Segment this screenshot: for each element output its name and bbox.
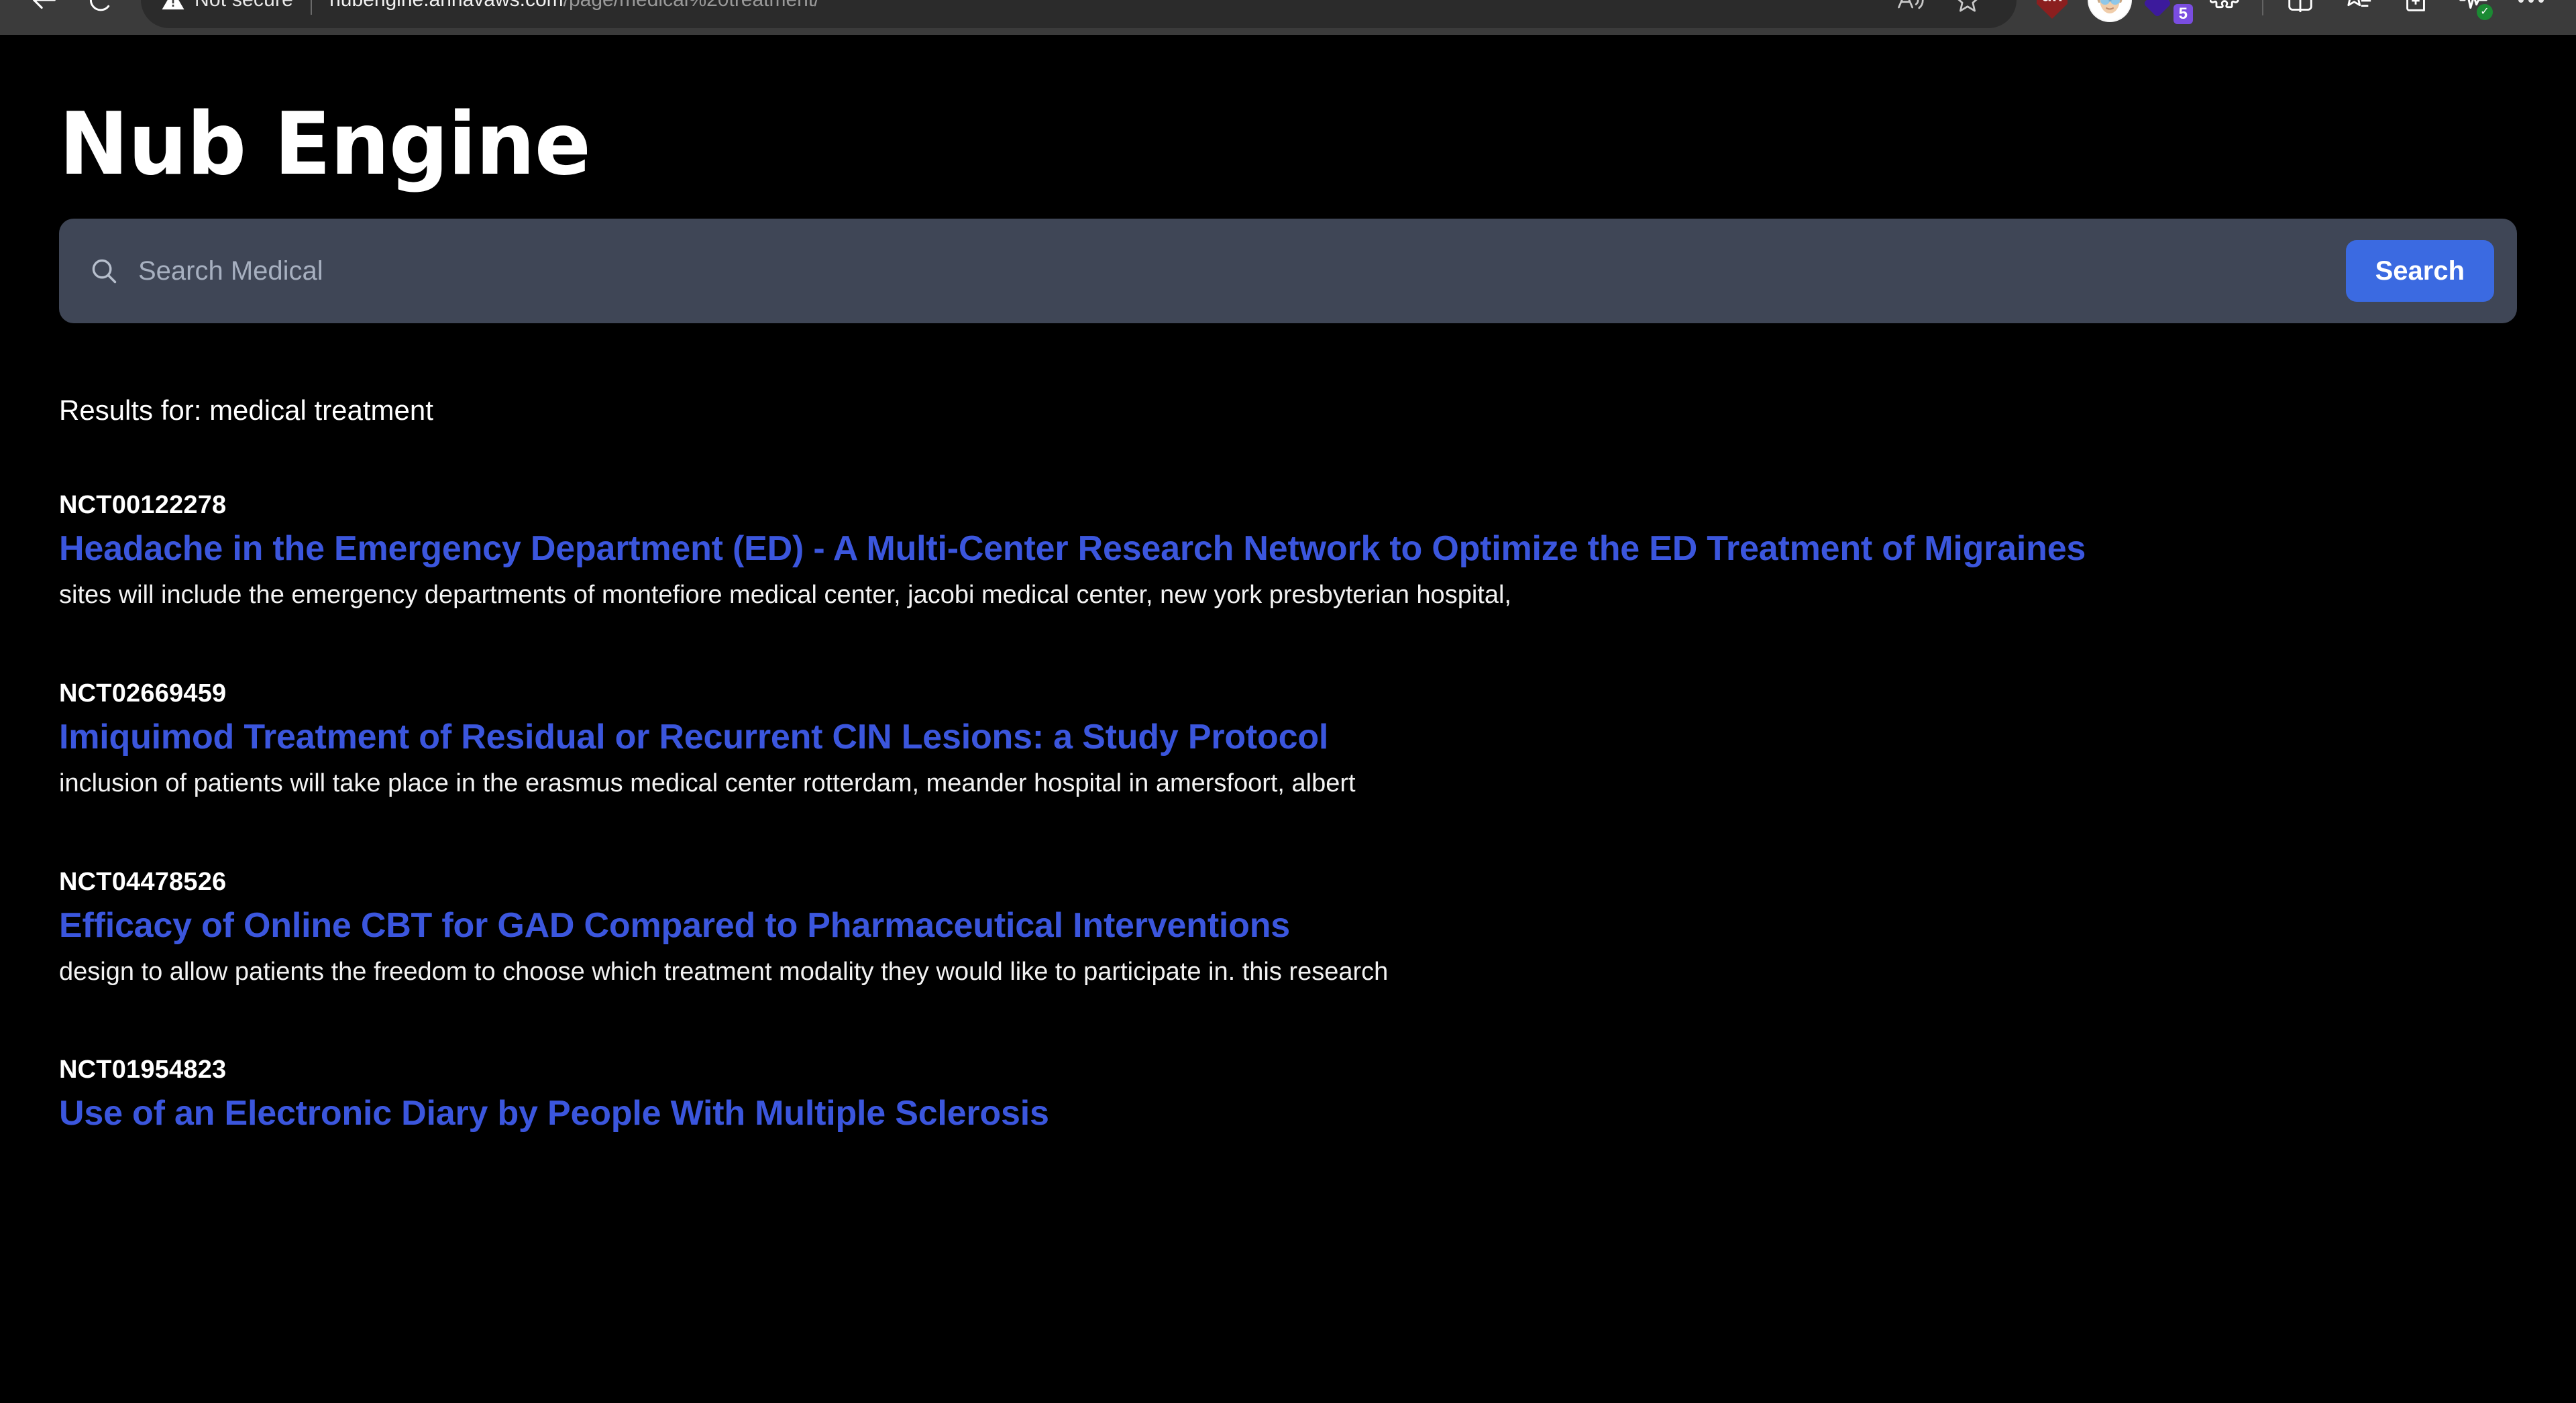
search-bar[interactable]: Search <box>59 219 2517 323</box>
result-item: NCT04478526 Efficacy of Online CBT for G… <box>59 868 2517 988</box>
avatar <box>2088 0 2132 22</box>
split-screen-button[interactable] <box>2271 0 2329 28</box>
warning-triangle-icon <box>162 0 184 10</box>
result-item: NCT01954823 Use of an Electronic Diary b… <box>59 1056 2517 1133</box>
page-content: Nub Engine Search Results for: medical t… <box>0 35 2576 1403</box>
security-label: Not secure <box>195 0 293 11</box>
status-check-badge: ✓ <box>2477 4 2493 20</box>
result-snippet: design to allow patients the freedom to … <box>59 957 1389 986</box>
back-arrow-icon <box>33 0 56 9</box>
result-title-link[interactable]: Use of an Electronic Diary by People Wit… <box>59 1094 2517 1133</box>
result-id: NCT01954823 <box>59 1056 227 1084</box>
extension-count-badge: 5 <box>2173 4 2193 24</box>
browser-essentials-button[interactable]: ✓ <box>2445 0 2502 28</box>
more-options-button[interactable] <box>2502 0 2560 28</box>
refresh-button[interactable] <box>72 0 129 28</box>
avatar-face-icon <box>2089 0 2131 21</box>
search-input[interactable] <box>119 255 2346 287</box>
page-title: Nub Engine <box>59 95 591 194</box>
result-title-link[interactable]: Headache in the Emergency Department (ED… <box>59 529 2517 568</box>
url-path: /page/medical%20treatment/ <box>564 0 820 11</box>
url-text[interactable]: nubengine.annavaws.com/page/medical%20tr… <box>329 0 1868 11</box>
ellipsis-icon <box>2518 0 2544 3</box>
results-for-label: Results for: medical treatment <box>59 394 433 426</box>
refresh-icon <box>90 0 110 11</box>
result-id: NCT00122278 <box>59 491 227 519</box>
result-title-link[interactable]: Imiquimod Treatment of Residual or Recur… <box>59 718 2517 756</box>
ublock-badge-label: un <box>2041 0 2063 8</box>
result-id: NCT04478526 <box>59 867 227 896</box>
favorite-button[interactable] <box>1939 0 1996 28</box>
url-host: nubengine.annavaws.com <box>329 0 564 11</box>
security-indicator[interactable]: Not secure <box>161 0 293 12</box>
toolbar-separator <box>2262 0 2263 15</box>
split-screen-icon <box>2288 0 2312 13</box>
omnibox-divider <box>311 0 313 15</box>
read-aloud-button[interactable] <box>1881 0 1939 28</box>
diamond-extension-icon: 5 <box>2143 0 2193 24</box>
read-aloud-icon <box>1898 0 1924 9</box>
result-id: NCT02669459 <box>59 679 227 708</box>
ublock-shield-icon: un <box>2037 0 2068 19</box>
add-to-collections-button[interactable] <box>2387 0 2445 28</box>
purple-extension-button[interactable]: 5 <box>2139 0 2196 28</box>
collections-button[interactable] <box>2329 0 2387 28</box>
search-button[interactable]: Search <box>2345 240 2494 302</box>
result-snippet: sites will include the emergency departm… <box>59 581 1511 610</box>
result-item: NCT02669459 Imiquimod Treatment of Resid… <box>59 679 2517 799</box>
puzzle-piece-icon <box>2210 0 2239 9</box>
star-icon <box>1957 0 1978 12</box>
extensions-button[interactable] <box>2196 0 2254 28</box>
browser-toolbar: Not secure nubengine.annavaws.com/page/m… <box>0 0 2576 35</box>
result-title-link[interactable]: Efficacy of Online CBT for GAD Compared … <box>59 906 2517 945</box>
ublock-origin-button[interactable]: un <box>2023 0 2081 28</box>
back-button[interactable] <box>16 0 72 28</box>
favorites-list-icon <box>2347 0 2371 7</box>
result-snippet: inclusion of patients will take place in… <box>59 769 1356 798</box>
collections-plus-icon <box>2406 0 2425 11</box>
search-results-list: NCT00122278 Headache in the Emergency De… <box>59 491 2517 1133</box>
extensions-toolbar: un 5 <box>2023 0 2560 28</box>
profile-button[interactable] <box>2081 0 2139 28</box>
result-item: NCT00122278 Headache in the Emergency De… <box>59 491 2517 611</box>
search-icon <box>89 256 119 286</box>
address-bar[interactable]: Not secure nubengine.annavaws.com/page/m… <box>141 0 2017 28</box>
